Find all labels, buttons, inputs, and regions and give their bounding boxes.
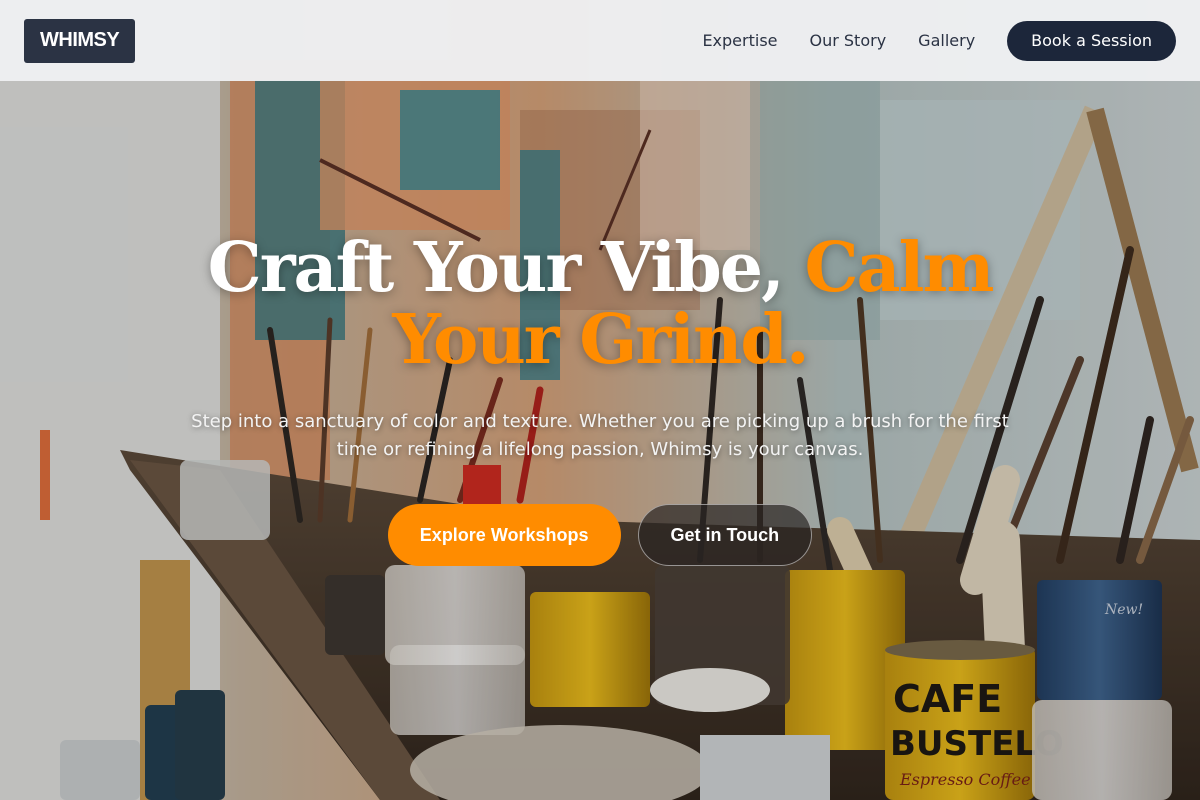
book-session-button[interactable]: Book a Session	[1007, 20, 1176, 61]
get-in-touch-button[interactable]: Get in Touch	[637, 504, 813, 566]
brand-logo[interactable]: WHIMSY	[24, 18, 136, 63]
explore-workshops-button[interactable]: Explore Workshops	[387, 504, 621, 566]
nav-link-gallery[interactable]: Gallery	[918, 31, 975, 50]
hero-cta-row: Explore Workshops Get in Touch	[0, 504, 1200, 566]
hero-headline: Craft Your Vibe, Calm Your Grind.	[190, 232, 1010, 376]
nav-link-our-story[interactable]: Our Story	[810, 31, 887, 50]
hero-content: Craft Your Vibe, Calm Your Grind. Step i…	[0, 232, 1200, 566]
site-header: WHIMSY Expertise Our Story Gallery Book …	[0, 0, 1200, 81]
main-nav: Expertise Our Story Gallery Book a Sessi…	[670, 20, 1176, 61]
hero-subtext: Step into a sanctuary of color and textu…	[191, 411, 1009, 460]
headline-main: Craft Your Vibe,	[207, 228, 785, 308]
nav-link-expertise[interactable]: Expertise	[702, 31, 777, 50]
